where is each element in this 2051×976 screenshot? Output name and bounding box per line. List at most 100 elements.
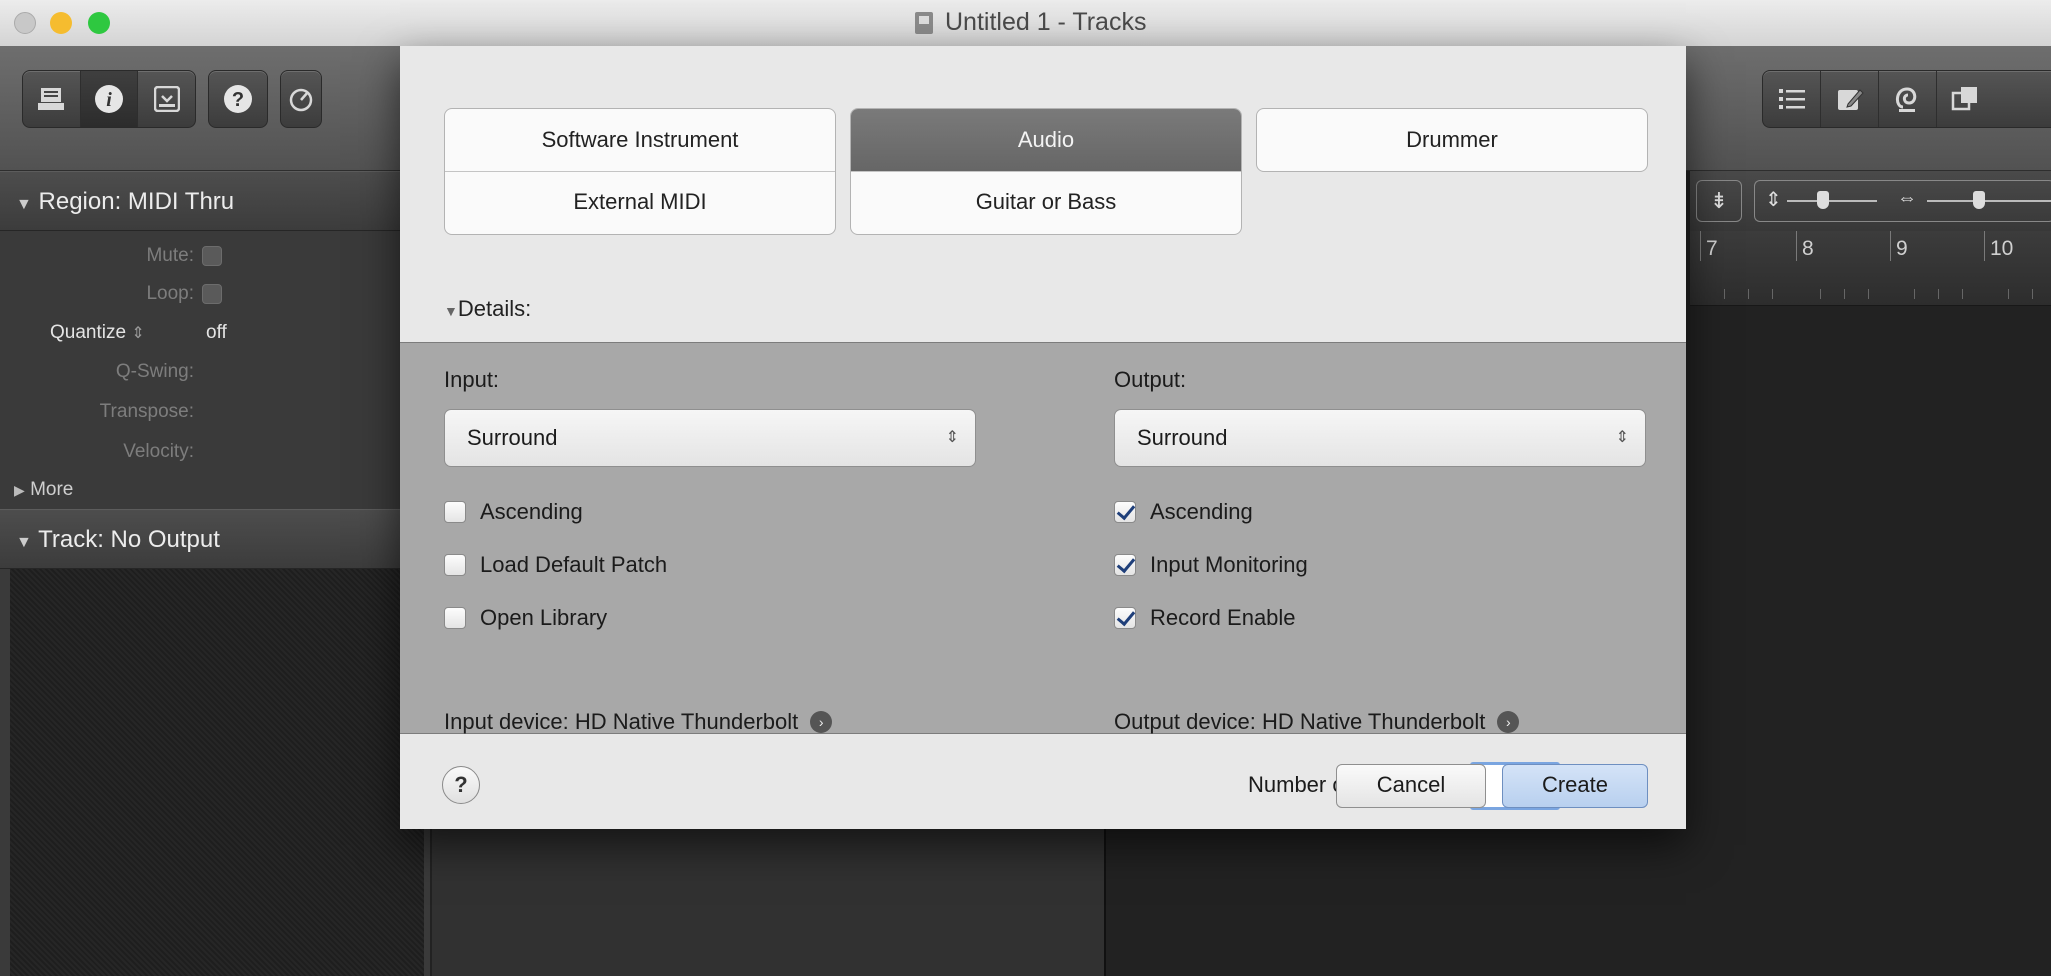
list-editor-button[interactable] (1763, 71, 1821, 127)
loop-checkbox[interactable] (202, 284, 222, 304)
browser-icon (1951, 87, 1977, 111)
details-disclosure[interactable]: ▼Details: (444, 296, 531, 322)
region-inspector-header[interactable]: ▼ Region: MIDI Thru (0, 171, 430, 231)
loop-label: Loop: (146, 283, 194, 304)
input-ascending-label: Ascending (480, 499, 583, 524)
open-library-checkbox[interactable] (444, 607, 466, 629)
load-default-patch-row[interactable]: Load Default Patch (444, 552, 667, 578)
more-disclosure[interactable]: ▶ More (14, 479, 73, 501)
quick-help-button[interactable]: ? (209, 71, 266, 127)
record-enable-row[interactable]: Record Enable (1114, 605, 1296, 631)
library-button[interactable] (23, 71, 81, 127)
record-enable-checkbox[interactable] (1114, 607, 1136, 629)
ruler-minor-tick (1748, 289, 1749, 299)
cancel-button[interactable]: Cancel (1336, 764, 1486, 808)
output-ascending-row[interactable]: Ascending (1114, 499, 1253, 525)
list-icon (1778, 89, 1805, 109)
record-enable-label: Record Enable (1150, 605, 1296, 630)
window-title: Untitled 1 - Tracks (915, 8, 1146, 37)
dialog-help-button[interactable]: ? (442, 766, 480, 804)
input-device-row: Input device: HD Native Thunderbolt › (444, 709, 833, 735)
horizontal-zoom-slider[interactable] (1927, 200, 2051, 202)
disclosure-down-icon: ▼ (16, 534, 32, 551)
open-library-row[interactable]: Open Library (444, 605, 607, 631)
disclosure-right-icon: ▶ (14, 482, 25, 498)
zoom-window-button[interactable] (88, 12, 110, 34)
output-ascending-label: Ascending (1150, 499, 1253, 524)
inspector-button[interactable]: i (80, 71, 139, 127)
vertical-zoom-button[interactable]: ⇟ (1696, 180, 1742, 222)
vertical-zoom-knob[interactable] (1817, 191, 1829, 209)
media-browser-button[interactable] (1937, 71, 1994, 127)
guitar-or-bass-option[interactable]: Guitar or Bass (851, 171, 1241, 233)
help-button-group: ? (208, 70, 268, 128)
velocity-label: Velocity: (123, 441, 194, 462)
ruler-minor-tick (1772, 289, 1773, 299)
minimize-window-button[interactable] (50, 12, 72, 34)
track-header-label: Track: No Output (38, 526, 220, 553)
software-instrument-option[interactable]: Software Instrument (445, 109, 835, 172)
input-device-arrow-icon[interactable]: › (810, 711, 833, 733)
view-button-group: i (22, 70, 196, 128)
output-label: Output: (1114, 367, 1187, 392)
quantize-label: Quantize ⇕ (50, 322, 145, 343)
mute-label: Mute: (146, 245, 194, 266)
tuner-icon (289, 88, 313, 112)
info-icon: i (95, 85, 123, 113)
create-button[interactable]: Create (1502, 764, 1648, 808)
toolbar-icon (153, 86, 180, 112)
zoom-sliders[interactable]: ⇕ ⇔ (1754, 180, 2051, 222)
horizontal-zoom-knob[interactable] (1973, 191, 1985, 209)
vertical-zoom-slider[interactable] (1787, 200, 1877, 202)
new-track-dialog: Software Instrument External MIDI Audio … (400, 46, 1686, 829)
input-ascending-row[interactable]: Ascending (444, 499, 583, 525)
ruler-tick (1796, 231, 1797, 261)
ruler-minor-tick (1820, 289, 1821, 299)
audio-option[interactable]: Audio (851, 109, 1241, 172)
output-device-row: Output device: HD Native Thunderbolt › (1114, 709, 1520, 735)
popup-arrows-icon: ⇕ (1615, 429, 1629, 446)
help-icon: ? (223, 85, 252, 113)
mute-checkbox[interactable] (202, 246, 222, 266)
tuner-button[interactable] (281, 71, 321, 127)
document-icon (915, 11, 933, 34)
open-library-label: Open Library (480, 605, 608, 630)
disclosure-down-icon: ▼ (444, 303, 458, 319)
inspector-panel: ▼ Region: MIDI Thru Mute: Loop: Quantize… (0, 171, 432, 976)
track-inspector-header[interactable]: ▼ Track: No Output (0, 509, 430, 569)
ruler-bar-number: 9 (1896, 237, 1908, 260)
external-midi-option[interactable]: External MIDI (445, 171, 835, 233)
input-ascending-checkbox[interactable] (444, 501, 466, 523)
loop-icon (1895, 87, 1916, 112)
track-type-group-1: Software Instrument External MIDI (444, 108, 836, 235)
output-device-arrow-icon[interactable]: › (1497, 711, 1520, 733)
output-ascending-checkbox[interactable] (1114, 501, 1136, 523)
input-monitoring-checkbox[interactable] (1114, 554, 1136, 576)
disclosure-down-icon: ▼ (16, 196, 32, 213)
load-default-patch-checkbox[interactable] (444, 554, 466, 576)
input-monitoring-label: Input Monitoring (1150, 552, 1308, 577)
details-label: Details: (457, 296, 532, 321)
toolbar-button[interactable] (138, 71, 195, 127)
output-popup[interactable]: Surround ⇕ (1114, 409, 1646, 467)
ruler-tick (1700, 231, 1701, 261)
velocity-row: Velocity: (0, 433, 430, 471)
ruler-minor-tick (2032, 289, 2033, 299)
quantize-value: off (206, 322, 227, 343)
loop-row: Loop: (0, 275, 430, 313)
input-popup[interactable]: Surround ⇕ (444, 409, 976, 467)
title-bar: Untitled 1 - Tracks (0, 0, 2051, 47)
inspector-empty-area (10, 569, 424, 976)
input-label: Input: (444, 367, 500, 392)
vertical-zoom-icon: ⇟ (1709, 188, 1729, 213)
bar-ruler[interactable]: 7 8 9 10 (1690, 231, 2051, 306)
drummer-option[interactable]: Drummer (1257, 109, 1647, 171)
quantize-row[interactable]: Quantize ⇕ off (0, 314, 430, 352)
notepad-button[interactable] (1821, 71, 1879, 127)
ruler-bar-number: 7 (1706, 237, 1718, 260)
loop-browser-button[interactable] (1879, 71, 1937, 127)
close-window-button[interactable] (14, 12, 36, 34)
transpose-row: Transpose: (0, 393, 430, 431)
input-monitoring-row[interactable]: Input Monitoring (1114, 552, 1308, 578)
input-device-label: Input device: HD Native Thunderbolt (444, 709, 799, 734)
